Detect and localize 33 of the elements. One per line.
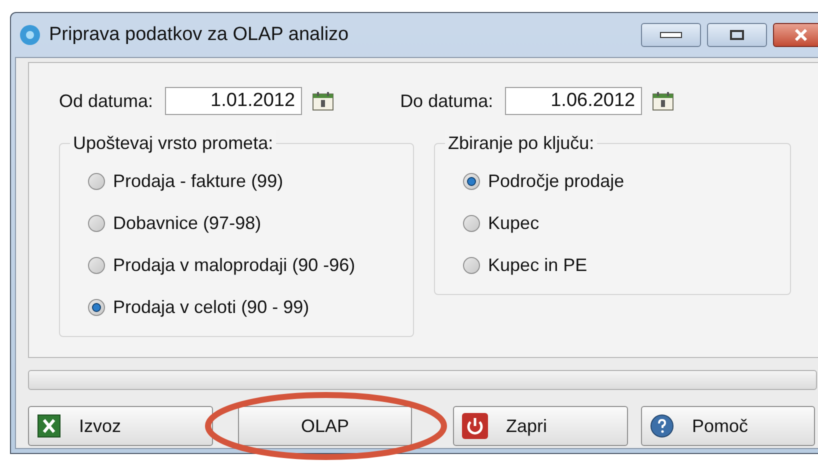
radio-label: Kupec in PE	[488, 254, 588, 277]
calendar-icon[interactable]	[652, 91, 674, 111]
radio-label: Prodaja - fakture (99)	[113, 170, 284, 193]
radio-button[interactable]	[88, 214, 105, 232]
minimize-button[interactable]	[641, 23, 701, 47]
window-title: Priprava podatkov za OLAP analizo	[49, 22, 349, 47]
radio-button[interactable]	[88, 256, 105, 274]
radio-button[interactable]	[463, 214, 480, 232]
olap-button[interactable]: OLAP	[238, 406, 412, 446]
date-label: Od datuma:	[59, 90, 154, 112]
date-field[interactable]: 1.06.2012	[505, 87, 642, 115]
power-icon	[462, 413, 488, 439]
close-button[interactable]	[773, 23, 818, 47]
radio-button[interactable]	[463, 256, 480, 274]
calendar-icon[interactable]	[312, 91, 334, 111]
maximize-button[interactable]	[707, 23, 767, 47]
radio-label: Področje prodaje	[488, 170, 624, 193]
close-icon	[794, 29, 808, 41]
radio-button[interactable]	[88, 172, 105, 190]
radio-label: Dobavnice (97-98)	[113, 212, 262, 235]
action-button[interactable]: Izvoz	[28, 406, 213, 446]
date-field[interactable]: 1.01.2012	[165, 87, 302, 115]
action-button[interactable]: Pomoč	[641, 406, 815, 446]
spreadsheet-icon	[37, 414, 61, 438]
radio-label: Prodaja v maloprodaji (90 -96)	[113, 254, 356, 277]
app-icon	[19, 24, 41, 46]
radio-label: Kupec	[488, 212, 540, 235]
action-button[interactable]: Zapri	[453, 406, 628, 446]
radio-label: Prodaja v celoti (90 - 99)	[113, 296, 310, 319]
help-icon	[650, 414, 674, 438]
radio-button[interactable]	[88, 298, 105, 316]
date-label: Do datuma:	[400, 90, 494, 112]
radio-button[interactable]	[463, 172, 480, 190]
